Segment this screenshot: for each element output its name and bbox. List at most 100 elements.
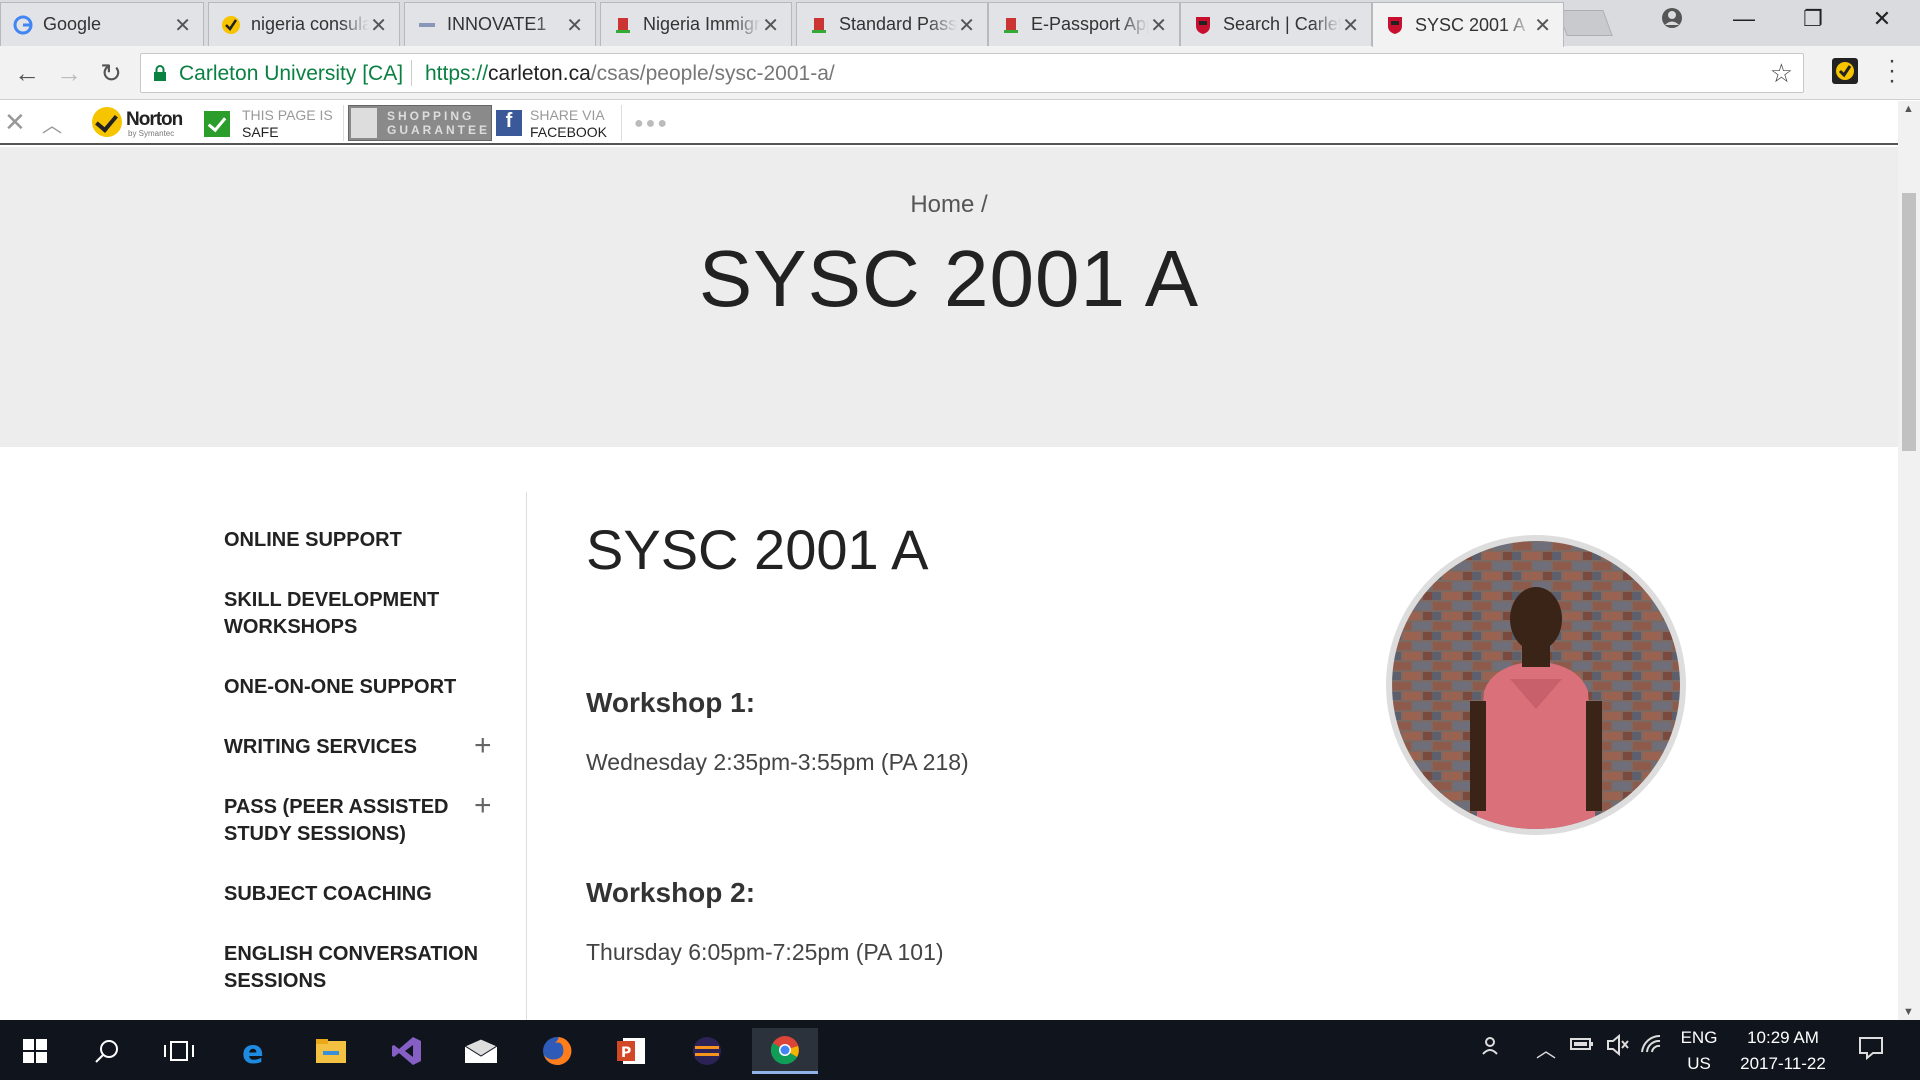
tab-nigeria-consulate[interactable]: nigeria consulate ✕: [208, 2, 400, 46]
scroll-up-icon[interactable]: ▲: [1903, 103, 1914, 115]
workshop-2-time: Thursday 6:05pm-7:25pm (PA 101): [586, 939, 944, 965]
clock[interactable]: 10:29 AM 2017-11-22: [1730, 1025, 1836, 1077]
file-explorer-icon[interactable]: [302, 1028, 360, 1074]
tab-innovate1[interactable]: INNOVATE1 ✕: [404, 2, 596, 46]
norton-check-icon: [92, 107, 122, 137]
address-bar[interactable]: Carleton University [CA] https://carleto…: [140, 53, 1804, 93]
back-button[interactable]: ←: [10, 56, 44, 90]
browser-toolbar: ← → ↻ Carleton University [CA] https://c…: [0, 46, 1920, 100]
facebook-icon: f: [496, 110, 522, 136]
tab-search-carleton[interactable]: Search | Carleton ✕: [1180, 2, 1372, 46]
svg-text:e: e: [242, 1035, 264, 1067]
safe-label-line1: THIS PAGE IS: [242, 107, 333, 123]
close-tab-icon[interactable]: ✕: [762, 13, 779, 38]
norton-check-icon: [222, 16, 240, 34]
close-tab-icon[interactable]: ✕: [1342, 13, 1359, 38]
workshop-1-heading: Workshop 1:: [586, 687, 756, 718]
input-language[interactable]: ENG US: [1676, 1025, 1722, 1077]
share-label-line2: FACEBOOK: [530, 124, 608, 140]
reload-button[interactable]: ↻: [94, 56, 128, 90]
more-icon[interactable]: ●●●: [634, 115, 669, 133]
carleton-shield-icon: [1388, 17, 1402, 34]
tab-title: Standard Passport: [839, 14, 957, 34]
bookmark-star-icon[interactable]: ☆: [1770, 58, 1793, 89]
sidebar-item-pass[interactable]: PASS (PEER ASSISTED STUDY SESSIONS) +: [224, 791, 494, 848]
tab-strip: Google ✕ nigeria consulate ✕ INNOVATE1 ✕…: [0, 0, 1920, 47]
expand-plus-icon[interactable]: +: [474, 731, 492, 761]
browser-menu-icon[interactable]: · · ·: [1880, 49, 1904, 93]
search-icon[interactable]: [78, 1028, 136, 1074]
tab-standard-passport[interactable]: Standard Passport ✕: [796, 2, 988, 46]
edge-icon[interactable]: e: [226, 1028, 284, 1074]
chevron-up-icon[interactable]: ︿: [42, 109, 62, 138]
sidebar-item-label: SKILL DEVELOPMENT WORKSHOPS: [224, 589, 440, 638]
sidebar-item-label: WRITING SERVICES: [224, 736, 417, 758]
restore-button[interactable]: ❐: [1793, 6, 1833, 32]
sidebar-item-subject-coaching[interactable]: SUBJECT COACHING: [224, 881, 494, 908]
close-tab-icon[interactable]: ✕: [1534, 13, 1551, 38]
scroll-thumb[interactable]: [1902, 193, 1916, 451]
tab-title: nigeria consulate: [251, 14, 369, 34]
norton-logo[interactable]: Norton by Symantec: [92, 105, 184, 139]
eclipse-icon[interactable]: [678, 1028, 736, 1074]
windows-start-icon[interactable]: [6, 1028, 64, 1074]
powerpoint-icon[interactable]: P: [602, 1028, 660, 1074]
tab-title: INNOVATE1: [447, 14, 547, 34]
battery-icon[interactable]: [1570, 1034, 1594, 1060]
close-tab-icon[interactable]: ✕: [566, 13, 583, 38]
url-scheme: https://: [425, 62, 489, 85]
profile-icon[interactable]: [1652, 6, 1692, 36]
sidebar-nav: ONLINE SUPPORT SKILL DEVELOPMENT WORKSHO…: [224, 527, 524, 1020]
share-facebook-button[interactable]: f SHARE VIA FACEBOOK: [496, 105, 622, 141]
new-tab-button[interactable]: [1557, 10, 1613, 36]
mail-icon[interactable]: [452, 1028, 510, 1074]
notifications-icon[interactable]: [1858, 1036, 1884, 1066]
tab-nigeria-immigration[interactable]: Nigeria Immigration ✕: [600, 2, 792, 46]
close-tab-icon[interactable]: ✕: [370, 13, 387, 38]
sidebar-item-one-on-one[interactable]: ONE-ON-ONE SUPPORT: [224, 674, 494, 701]
tab-title: Search | Carleton: [1223, 14, 1341, 34]
visual-studio-icon[interactable]: [378, 1028, 436, 1074]
firefox-icon[interactable]: [528, 1028, 586, 1074]
scroll-down-icon[interactable]: ▼: [1903, 1006, 1914, 1018]
coat-of-arms-icon: [1004, 18, 1018, 33]
coat-of-arms-icon: [616, 18, 630, 33]
tab-google[interactable]: Google ✕: [0, 2, 204, 46]
minimize-button[interactable]: —: [1724, 6, 1764, 32]
close-window-button[interactable]: ✕: [1862, 6, 1902, 32]
task-view-icon[interactable]: [150, 1028, 208, 1074]
workshop-1-time: Wednesday 2:35pm-3:55pm (PA 218): [586, 749, 969, 775]
sidebar-item-writing-services[interactable]: WRITING SERVICES +: [224, 731, 494, 761]
shopping-guarantee-badge[interactable]: SHOPPING GUARANTEE: [348, 105, 492, 141]
tab-sysc-2001-a[interactable]: SYSC 2001 A ✕: [1372, 2, 1564, 47]
wifi-icon[interactable]: [1640, 1034, 1664, 1062]
tab-e-passport[interactable]: E-Passport Application ✕: [988, 2, 1180, 46]
address-separator: [411, 60, 412, 86]
page-title: SYSC 2001 A: [698, 234, 1200, 323]
sidebar-item-skill-development[interactable]: SKILL DEVELOPMENT WORKSHOPS: [224, 587, 494, 641]
sidebar-item-online-support[interactable]: ONLINE SUPPORT: [224, 527, 494, 554]
person-photo-icon: [1392, 541, 1680, 829]
sidebar-item-english-conversation[interactable]: ENGLISH CONVERSATION SESSIONS: [224, 941, 494, 995]
norton-brand-sub: by Symantec: [128, 129, 175, 138]
people-icon[interactable]: [1480, 1034, 1504, 1064]
clock-time: 10:29 AM: [1747, 1028, 1819, 1047]
facilitator-photo: [1386, 535, 1686, 835]
page-scrollbar[interactable]: ▲ ▼: [1898, 101, 1920, 1020]
sidebar-item-label: ONE-ON-ONE SUPPORT: [224, 676, 457, 698]
close-tab-icon[interactable]: ✕: [1150, 13, 1167, 38]
chevron-up-icon[interactable]: ︿: [1536, 1034, 1556, 1063]
close-icon[interactable]: ✕: [4, 107, 26, 138]
forward-button[interactable]: →: [52, 56, 86, 90]
carleton-shield-icon: [1196, 17, 1210, 34]
safe-label-line2: SAFE: [242, 124, 279, 140]
close-tab-icon[interactable]: ✕: [174, 13, 191, 38]
page-safe-indicator[interactable]: THIS PAGE IS SAFE: [204, 105, 344, 141]
breadcrumb[interactable]: Home /: [0, 191, 1898, 219]
norton-extension-icon[interactable]: [1832, 58, 1858, 84]
chrome-icon[interactable]: [752, 1028, 818, 1074]
expand-plus-icon[interactable]: +: [474, 791, 492, 821]
lock-icon: [154, 65, 166, 81]
close-tab-icon[interactable]: ✕: [958, 13, 975, 38]
volume-muted-icon[interactable]: [1606, 1033, 1630, 1062]
